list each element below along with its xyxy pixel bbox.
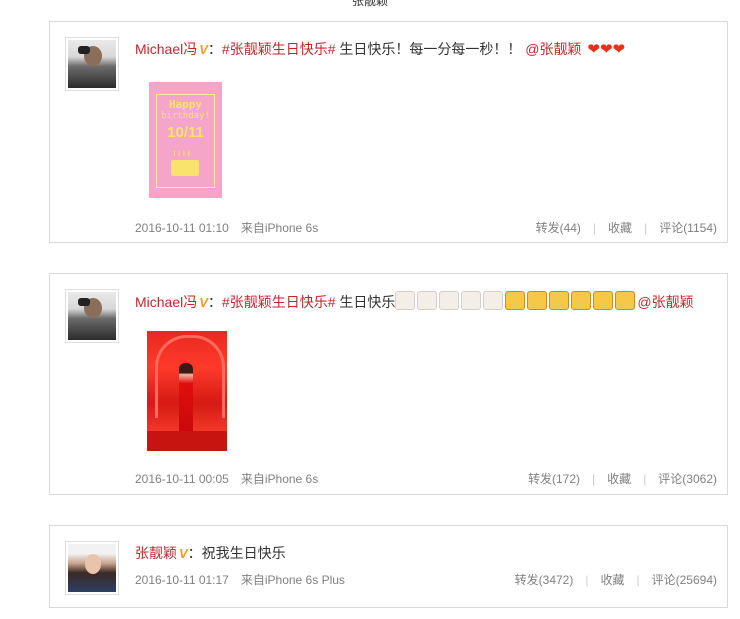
topic-link[interactable]: #张靓颖生日快乐# [222,294,336,310]
repost-button[interactable]: 转发(44) [536,221,581,235]
post-actions: 转发(3472) | 收藏 | 评论(25694) [514,573,717,587]
author-name-link[interactable]: Michael冯 [135,294,197,310]
vip-badge-icon[interactable]: V [179,546,188,561]
favorite-button[interactable]: 收藏 [607,472,631,486]
vip-badge-icon[interactable]: V [199,295,208,310]
gift-emoji-icon [549,291,570,310]
comment-button[interactable]: 评论(1154) [659,221,717,235]
repost-button[interactable]: 转发(3472) [515,573,574,587]
emoji-row [395,291,637,310]
post-time-link[interactable]: 2016-10-11 01:10 [135,221,229,235]
mention-link[interactable]: @张靓颖 [637,294,693,310]
comment-button[interactable]: 评论(25694) [652,573,717,587]
cake-icon [171,160,199,176]
post-body-text: 祝我生日快乐 [201,545,286,561]
post-text: 张靓颖 V：祝我生日快乐 [135,545,286,561]
post-source: 来自iPhone 6s [240,221,319,235]
post-actions: 转发(172) | 收藏 | 评论(3062) [528,472,717,486]
image-text-birthday: birthday! [161,111,210,121]
weibo-post-card: Michael冯 V：#张靓颖生日快乐# 生日快乐！每一分每一秒！！ @张靓颖 ❤… [49,21,728,243]
author-name-link[interactable]: Michael冯 [135,41,197,57]
favorite-button[interactable]: 收藏 [600,573,624,587]
author-name-link[interactable]: 张靓颖 [135,545,177,561]
gift-emoji-icon [593,291,614,310]
cake-emoji-icon [439,291,460,310]
comment-button[interactable]: 评论(3062) [658,472,717,486]
repost-button[interactable]: 转发(172) [528,472,580,486]
cake-emoji-icon [417,291,438,310]
post-time-link[interactable]: 2016-10-11 01:17 [135,573,229,587]
heart-emoji-icon: ❤❤❤ [587,41,626,58]
gift-emoji-icon [571,291,592,310]
post-meta: 2016-10-11 00:05 来自iPhone 6s [135,470,318,487]
avatar[interactable] [65,37,119,91]
vip-badge-icon[interactable]: V [199,42,208,57]
avatar[interactable] [65,289,119,343]
cake-emoji-icon [461,291,482,310]
weibo-post-card: Michael冯 V：#张靓颖生日快乐# 生日快乐 @张靓颖 2016-10-11 … [49,273,728,495]
page-title: 张靓颖 [351,0,388,8]
favorite-button[interactable]: 收藏 [608,221,632,235]
image-text-date: 10/11 [167,124,204,141]
gift-emoji-icon [505,291,526,310]
image-text-happy: Happy [168,98,203,111]
post-meta: 2016-10-11 01:17 来自iPhone 6s Plus [135,571,345,588]
post-source: 来自iPhone 6s [240,472,319,486]
post-text: Michael冯 V：#张靓颖生日快乐# 生日快乐 @张靓颖 [135,291,694,312]
cake-emoji-icon [395,291,416,310]
cake-emoji-icon [483,291,504,310]
post-meta: 2016-10-11 01:10 来自iPhone 6s [135,219,318,236]
post-actions: 转发(44) | 收藏 | 评论(1154) [535,221,717,235]
post-text: Michael冯 V：#张靓颖生日快乐# 生日快乐！每一分每一秒！！ @张靓颖 ❤… [135,41,626,58]
avatar[interactable] [65,541,119,595]
weibo-post-card: 张靓颖 V：祝我生日快乐 2016-10-11 01:17 来自iPhone 6s … [49,525,728,608]
mention-link[interactable]: @张靓颖 [525,41,581,57]
topic-link[interactable]: #张靓颖生日快乐# [222,41,336,57]
post-source: 来自iPhone 6s Plus [240,573,345,587]
gift-emoji-icon [527,291,548,310]
candles-icon: ıııı [173,148,193,159]
post-time-link[interactable]: 2016-10-11 00:05 [135,472,229,486]
post-body-text: 生日快乐 [335,294,396,310]
gift-emoji-icon [615,291,636,310]
post-body-text: 生日快乐！每一分每一秒！！ [335,41,522,57]
post-image[interactable] [147,331,227,451]
post-image[interactable]: Happy birthday! 10/11 ıııı [149,82,222,198]
